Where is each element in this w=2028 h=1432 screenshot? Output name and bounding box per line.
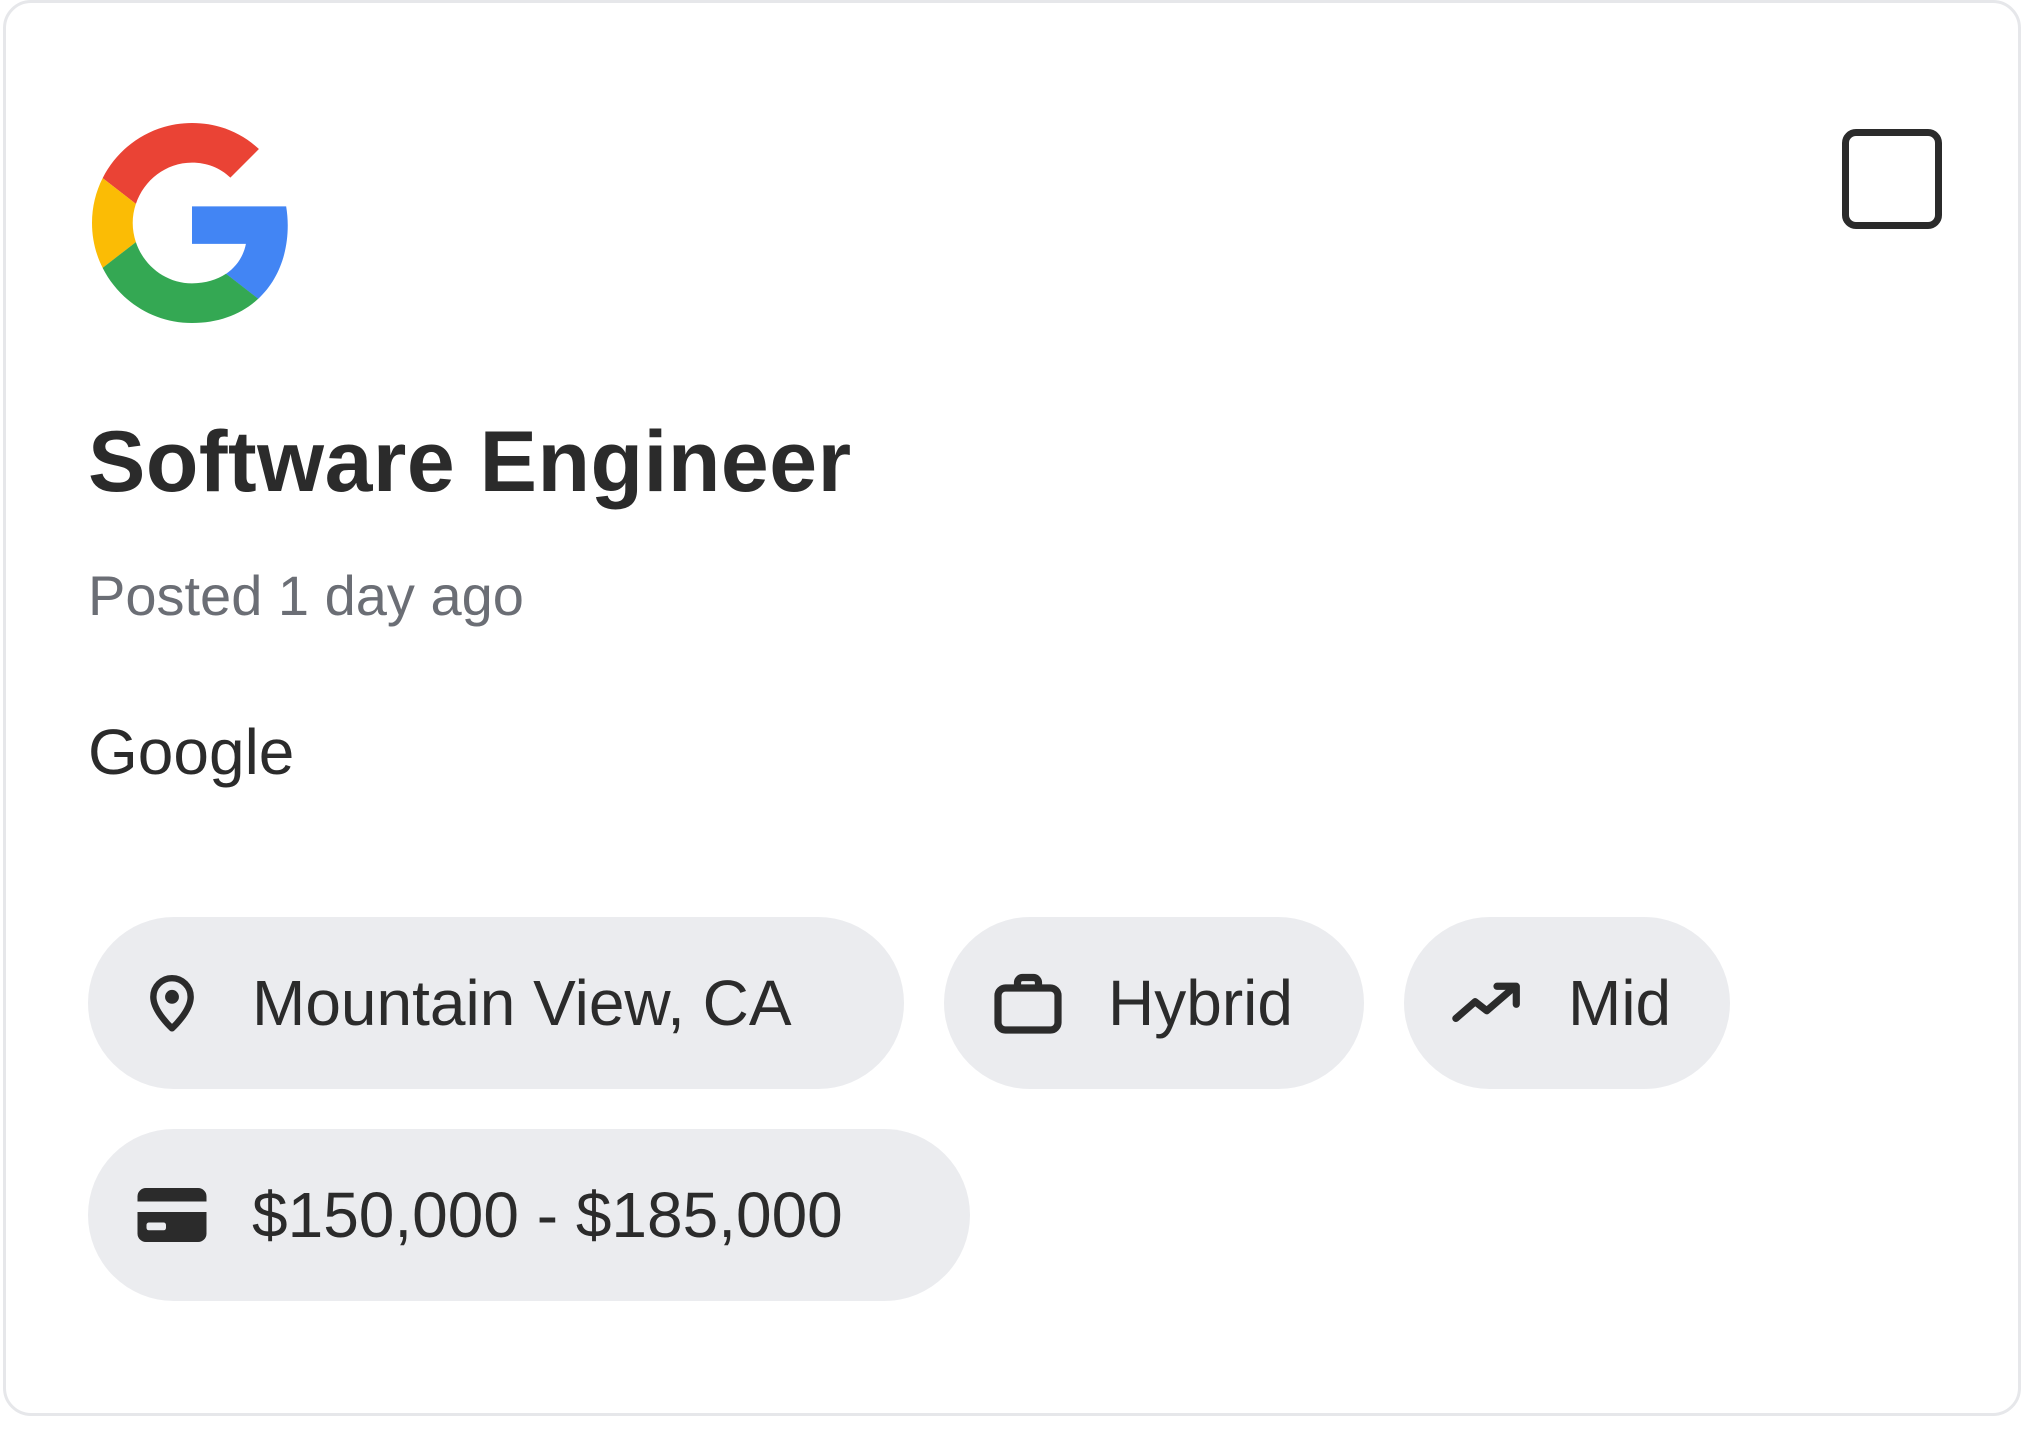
location-tag: Mountain View, CA [88,917,904,1089]
workplace-label: Hybrid [1108,967,1293,1039]
salary-tag: $150,000 - $185,000 [88,1129,970,1301]
posted-date: Posted 1 day ago [88,564,524,627]
workplace-tag: Hybrid [944,917,1364,1089]
job-title: Software Engineer [88,414,852,510]
trending-up-icon [1452,967,1524,1039]
salary-label: $150,000 - $185,000 [252,1179,843,1251]
briefcase-icon [992,967,1064,1039]
location-pin-icon [136,967,208,1039]
level-label: Mid [1568,967,1672,1039]
company-name: Google [88,716,295,788]
job-card[interactable]: Software Engineer Posted 1 day ago Googl… [3,0,2021,1416]
level-tag: Mid [1404,917,1730,1089]
google-logo-icon [92,123,292,323]
bookmark-checkbox[interactable] [1842,129,1942,229]
location-label: Mountain View, CA [252,967,792,1039]
credit-card-icon [136,1179,208,1251]
